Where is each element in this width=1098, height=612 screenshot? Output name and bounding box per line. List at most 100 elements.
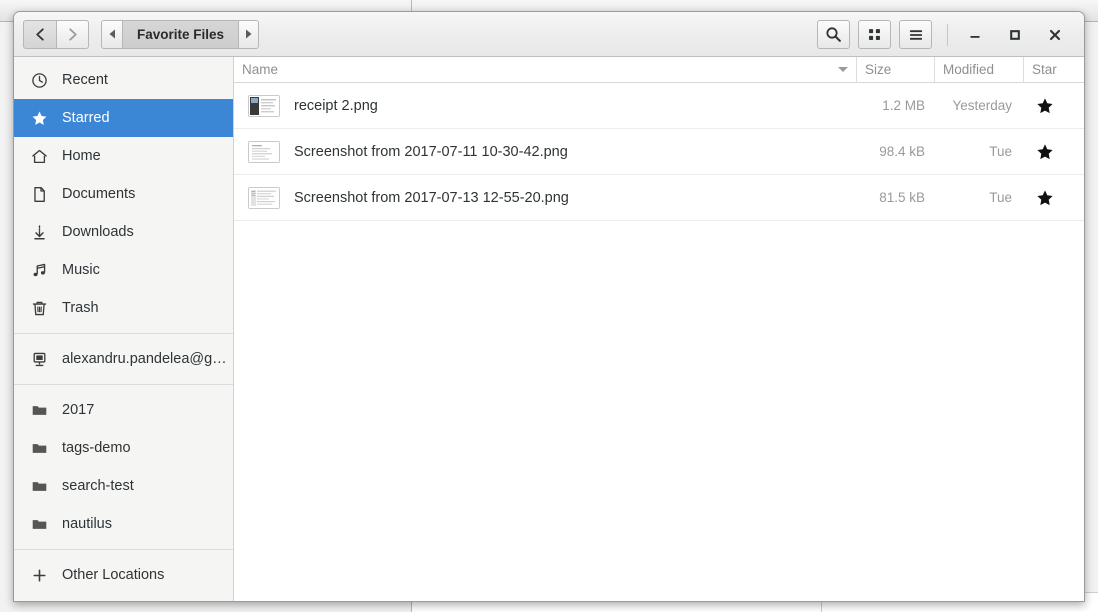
window-controls-separator [947, 23, 948, 46]
triangle-left-icon [109, 29, 115, 39]
star-icon [28, 110, 50, 127]
sidebar-item-label: Other Locations [62, 567, 165, 583]
sidebar-item-other-locations[interactable]: Other Locations [14, 556, 233, 594]
breadcrumb-current-label: Favorite Files [137, 26, 225, 42]
file-size-label: 81.5 kB [879, 190, 925, 205]
table-row[interactable]: receipt 2.png 1.2 MB Yesterday [234, 83, 1084, 129]
minimize-button[interactable] [961, 21, 989, 49]
sidebar-separator-2 [14, 384, 233, 385]
column-header-modified-label: Modified [943, 62, 995, 77]
file-size-label: 98.4 kB [879, 144, 925, 159]
table-row[interactable]: Screenshot from 2017-07-13 12-55-20.png … [234, 175, 1084, 221]
maximize-icon [1010, 29, 1020, 40]
file-star-toggle[interactable] [1024, 97, 1084, 115]
file-name-label: Screenshot from 2017-07-11 10-30-42.png [294, 143, 568, 160]
grid-view-icon [869, 29, 880, 40]
file-name-label: Screenshot from 2017-07-13 12-55-20.png [294, 189, 569, 206]
sidebar-item-label: 2017 [62, 402, 95, 418]
forward-button[interactable] [56, 19, 89, 49]
file-size-label: 1.2 MB [882, 98, 925, 113]
search-icon [826, 27, 841, 42]
file-name-cell: receipt 2.png [234, 94, 857, 117]
home-icon [28, 148, 50, 165]
folder-icon [28, 516, 50, 533]
document-icon [28, 186, 50, 203]
grid-view-button[interactable] [858, 20, 891, 49]
header-bar-right-controls [809, 12, 1075, 57]
file-modified-label: Tue [989, 144, 1012, 159]
music-note-icon [28, 262, 50, 279]
column-header-size[interactable]: Size [857, 57, 935, 82]
sidebar-item-2017[interactable]: 2017 [14, 391, 233, 429]
sidebar-item-tags-demo[interactable]: tags-demo [14, 429, 233, 467]
sidebar-item-label: Recent [62, 72, 108, 88]
sidebar-separator-3 [14, 549, 233, 550]
sidebar-item-label: Documents [62, 186, 136, 202]
star-filled-icon [1037, 143, 1053, 159]
file-modified-label: Yesterday [952, 98, 1012, 113]
sidebar-item-label: nautilus [62, 516, 112, 532]
sidebar-item-label: Starred [62, 110, 110, 126]
column-header-name[interactable]: Name [234, 57, 857, 82]
file-list-area: Name Size Modified Star receipt 2.png 1.… [234, 57, 1084, 601]
close-button[interactable] [1041, 21, 1069, 49]
sidebar-item-trash[interactable]: Trash [14, 289, 233, 327]
file-list-empty-space[interactable] [234, 221, 1084, 601]
table-row[interactable]: Screenshot from 2017-07-11 10-30-42.png … [234, 129, 1084, 175]
file-star-toggle[interactable] [1024, 189, 1084, 207]
close-icon [1049, 29, 1061, 40]
back-button[interactable] [23, 19, 56, 49]
file-name-cell: Screenshot from 2017-07-11 10-30-42.png [234, 140, 857, 163]
sidebar-separator-1 [14, 333, 233, 334]
sidebar: Recent Starred Home Documents Downloads … [14, 57, 234, 601]
screenshot-thumbnail-icon [248, 186, 280, 209]
folder-icon [28, 402, 50, 419]
folder-icon [28, 478, 50, 495]
search-button[interactable] [817, 20, 850, 49]
column-header-modified[interactable]: Modified [935, 57, 1024, 82]
sidebar-item-home[interactable]: Home [14, 137, 233, 175]
breadcrumb-prev-button[interactable] [101, 19, 122, 49]
star-filled-icon [1037, 97, 1053, 113]
file-modified-label: Tue [989, 190, 1012, 205]
column-header-size-label: Size [865, 62, 892, 77]
download-icon [28, 224, 50, 241]
sidebar-item-label: Downloads [62, 224, 134, 240]
sidebar-item-documents[interactable]: Documents [14, 175, 233, 213]
plus-icon [28, 568, 50, 583]
remote-computer-icon [28, 351, 50, 368]
sidebar-item-recent[interactable]: Recent [14, 61, 233, 99]
breadcrumb-current-path-button[interactable]: Favorite Files [122, 19, 239, 49]
navigation-button-group [23, 19, 89, 49]
file-list-header: Name Size Modified Star [234, 57, 1084, 83]
clock-icon [28, 72, 50, 89]
folder-icon [28, 440, 50, 457]
main-menu-button[interactable] [899, 20, 932, 49]
sidebar-item-music[interactable]: Music [14, 251, 233, 289]
sidebar-item-label: search-test [62, 478, 134, 494]
chevron-right-icon [69, 27, 77, 41]
minimize-icon [970, 35, 980, 38]
breadcrumb: Favorite Files [101, 19, 260, 49]
triangle-right-icon [246, 29, 252, 39]
sidebar-item-starred[interactable]: Starred [14, 99, 233, 137]
photo-thumbnail-icon [248, 94, 280, 117]
sidebar-item-nautilus[interactable]: nautilus [14, 505, 233, 543]
sidebar-item-label: Home [62, 148, 101, 164]
hamburger-menu-icon [909, 29, 922, 40]
file-star-toggle[interactable] [1024, 143, 1084, 161]
sidebar-item-account[interactable]: alexandru.pandelea@g… [14, 340, 233, 378]
maximize-button[interactable] [1001, 21, 1029, 49]
file-name-cell: Screenshot from 2017-07-13 12-55-20.png [234, 186, 857, 209]
column-header-star[interactable]: Star [1024, 57, 1084, 82]
column-header-star-label: Star [1032, 62, 1057, 77]
sidebar-item-label: tags-demo [62, 440, 131, 456]
sidebar-item-downloads[interactable]: Downloads [14, 213, 233, 251]
screenshot-thumbnail-icon [248, 140, 280, 163]
sidebar-item-search-test[interactable]: search-test [14, 467, 233, 505]
window-body: Recent Starred Home Documents Downloads … [14, 57, 1084, 601]
breadcrumb-next-button[interactable] [238, 19, 260, 49]
sidebar-item-label: Music [62, 262, 100, 278]
header-bar: Favorite Files [14, 12, 1084, 57]
trash-icon [28, 300, 50, 317]
